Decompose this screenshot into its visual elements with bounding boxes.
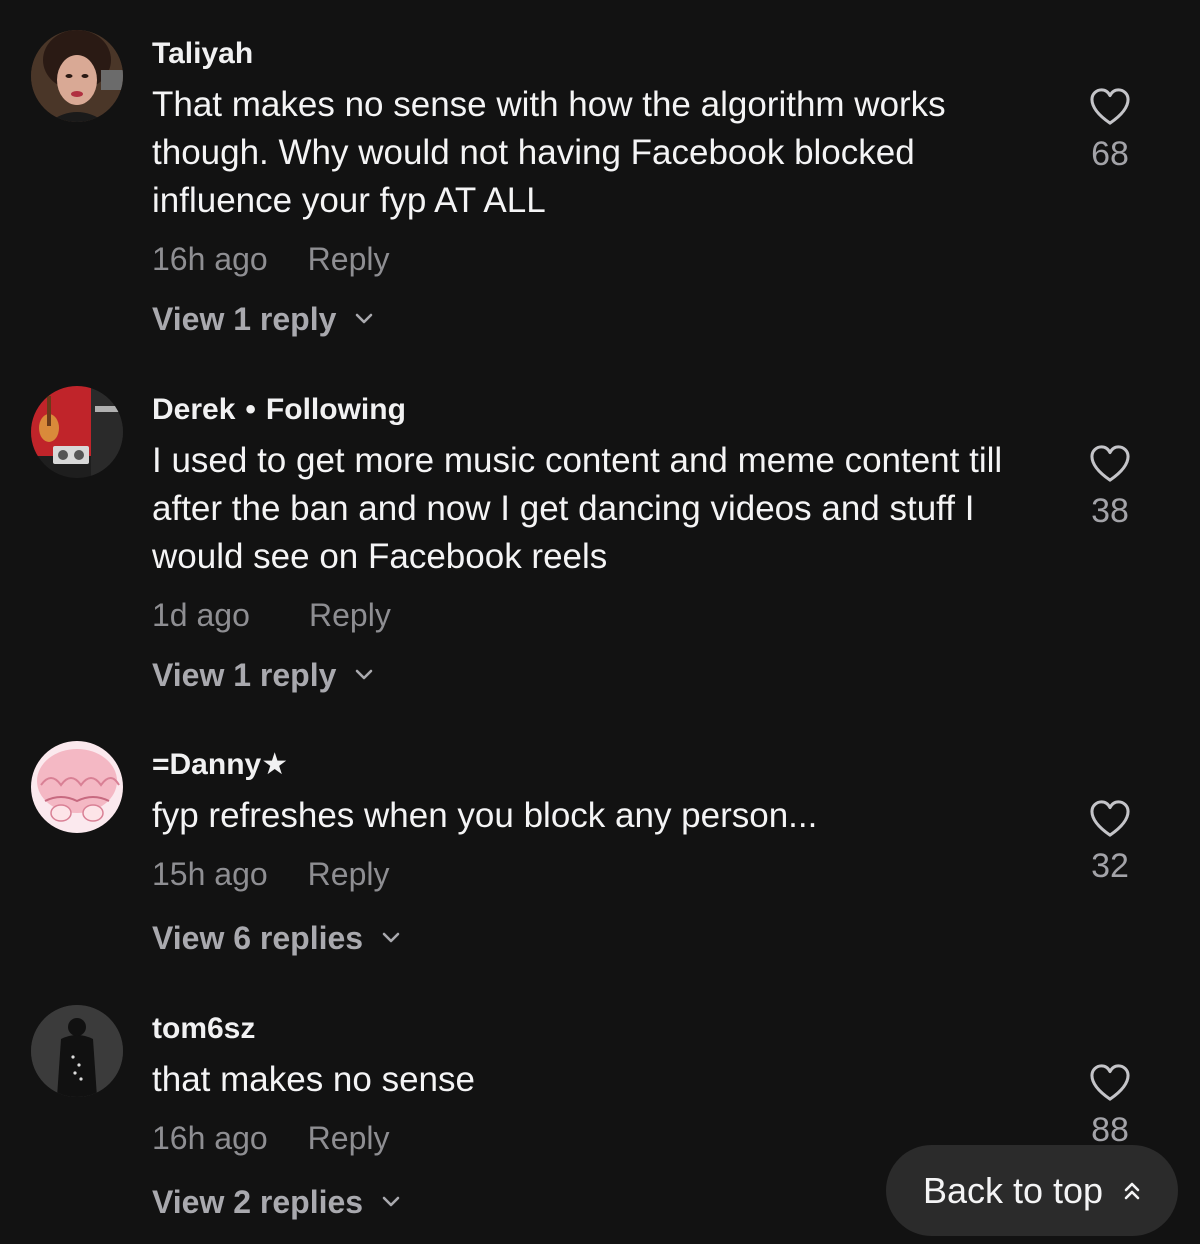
comment-timestamp: 16h ago <box>152 241 268 277</box>
comment-username[interactable]: tom6sz <box>152 1011 1052 1047</box>
back-to-top-label: Back to top <box>922 1169 1104 1211</box>
comment-username[interactable]: Taliyah <box>152 36 1052 72</box>
reply-button[interactable]: Reply <box>308 854 390 894</box>
comment-text: I used to get more music content and mem… <box>152 441 1003 576</box>
username-label[interactable]: Derek <box>152 393 235 426</box>
comment-text: fyp refreshes when you block any person.… <box>152 796 818 835</box>
heart-outline-icon[interactable] <box>1089 1064 1131 1102</box>
chevron-down-icon <box>382 932 400 943</box>
like-count: 68 <box>1091 135 1129 173</box>
chevron-down-icon <box>356 313 373 324</box>
chevron-down-icon <box>382 1196 400 1207</box>
like-button[interactable]: 38 <box>1080 445 1140 531</box>
like-count: 32 <box>1091 847 1129 885</box>
comment-username[interactable]: Derek • Following <box>152 392 1052 428</box>
like-count: 38 <box>1091 492 1129 530</box>
comment-timestamp: 15h ago <box>152 856 268 892</box>
avatar[interactable] <box>31 1005 123 1097</box>
comment-username[interactable]: =Danny★ <box>152 747 1052 783</box>
avatar[interactable] <box>31 386 123 478</box>
back-to-top-button[interactable]: Back to top <box>886 1145 1178 1236</box>
avatar[interactable] <box>31 30 123 122</box>
view-replies-button[interactable]: View 1 reply <box>152 299 374 339</box>
view-replies-button[interactable]: View 6 replies <box>152 918 401 958</box>
following-badge: Following <box>265 393 406 426</box>
reply-button[interactable]: Reply <box>308 1118 390 1158</box>
view-replies-button[interactable]: View 1 reply <box>152 655 374 695</box>
like-button[interactable]: 68 <box>1080 88 1140 174</box>
reply-button[interactable]: Reply <box>309 595 391 635</box>
view-replies-button[interactable]: View 2 replies <box>152 1182 401 1222</box>
double-chevron-up-icon <box>1124 1182 1140 1199</box>
chevron-down-icon <box>356 669 373 680</box>
like-count: 88 <box>1091 1111 1129 1149</box>
heart-outline-icon[interactable] <box>1089 88 1131 126</box>
comment-text: That makes no sense with how the algorit… <box>152 85 946 220</box>
reply-button[interactable]: Reply <box>308 239 390 279</box>
view-replies-label: View 1 reply <box>152 301 337 337</box>
heart-outline-icon[interactable] <box>1089 800 1131 838</box>
view-replies-label: View 1 reply <box>152 657 337 693</box>
comment-timestamp: 1d ago <box>152 597 250 633</box>
like-button[interactable]: 32 <box>1080 800 1140 886</box>
view-replies-label: View 2 replies <box>152 1184 364 1220</box>
avatar[interactable] <box>31 741 123 833</box>
view-replies-label: View 6 replies <box>152 920 364 956</box>
comment-text: that makes no sense <box>152 1060 475 1099</box>
heart-outline-icon[interactable] <box>1089 445 1131 483</box>
like-button[interactable]: 88 <box>1080 1064 1140 1150</box>
comment-timestamp: 16h ago <box>152 1120 268 1156</box>
separator-dot: • <box>245 393 256 426</box>
